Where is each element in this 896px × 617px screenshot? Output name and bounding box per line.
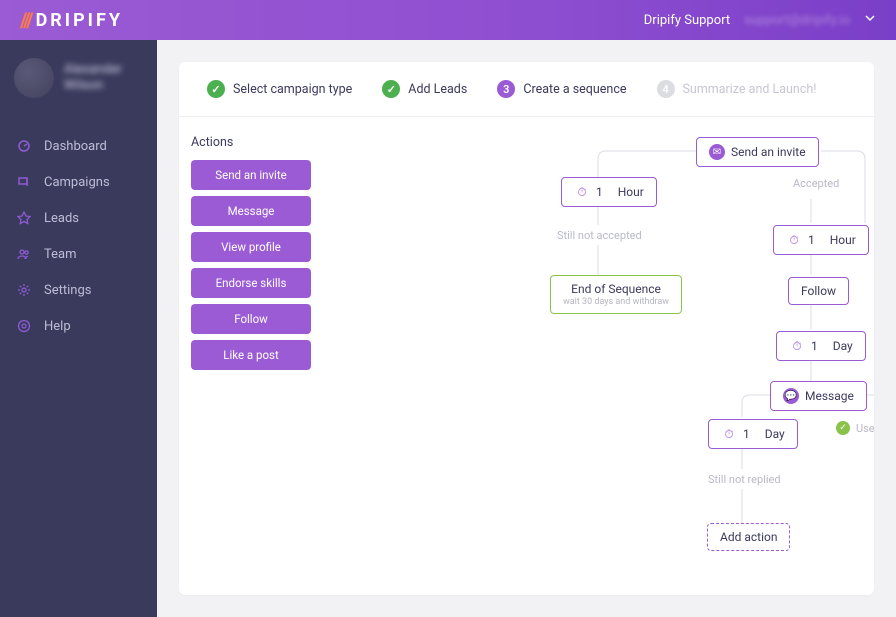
leads-icon bbox=[16, 210, 32, 226]
support-link[interactable]: Dripify Support bbox=[644, 13, 730, 28]
node-value: 1 bbox=[811, 339, 818, 353]
action-chip-invite[interactable]: Send an invite bbox=[191, 160, 311, 190]
logo: /// DRIPIFY bbox=[20, 8, 123, 32]
profile[interactable]: Alexander Wilson bbox=[0, 40, 157, 118]
stepper: Select campaign type Add Leads 3 Create … bbox=[179, 62, 874, 117]
step-label: Summarize and Launch! bbox=[683, 82, 817, 97]
action-chip-message[interactable]: Message bbox=[191, 196, 311, 226]
topbar: /// DRIPIFY Dripify Support support@drip… bbox=[0, 0, 896, 40]
step-number: 3 bbox=[497, 80, 515, 98]
node-label: End of Sequence bbox=[571, 282, 661, 296]
node-wait-1[interactable]: ⏱ 1 Hour bbox=[561, 177, 657, 207]
actions-title: Actions bbox=[191, 135, 311, 150]
workspace: Actions Send an invite Message View prof… bbox=[179, 117, 874, 595]
chat-icon: 💬 bbox=[783, 388, 799, 404]
step-label: Select campaign type bbox=[233, 82, 352, 97]
step-label: Create a sequence bbox=[523, 82, 626, 97]
logo-text: DRIPIFY bbox=[36, 10, 123, 31]
node-send-invite[interactable]: ✉ Send an invite bbox=[696, 137, 819, 167]
sidebar-item-label: Settings bbox=[44, 283, 91, 298]
sidebar-item-label: Dashboard bbox=[44, 139, 107, 154]
node-unit: Day bbox=[765, 427, 785, 441]
chevron-down-icon[interactable] bbox=[864, 12, 876, 28]
action-chip-like[interactable]: Like a post bbox=[191, 340, 311, 370]
sidebar-item-team[interactable]: Team bbox=[0, 236, 157, 272]
sidebar-item-leads[interactable]: Leads bbox=[0, 200, 157, 236]
card: Select campaign type Add Leads 3 Create … bbox=[179, 62, 874, 595]
topbar-right: Dripify Support support@dripify.io bbox=[644, 12, 876, 28]
sequence-flow[interactable]: ✉ Send an invite ⏱ 1 Hour Accepted Still… bbox=[311, 135, 862, 595]
node-wait-2[interactable]: ⏱ 1 Hour bbox=[773, 225, 869, 255]
main: Select campaign type Add Leads 3 Create … bbox=[157, 40, 896, 617]
node-label: Add action bbox=[720, 530, 777, 544]
node-unit: Hour bbox=[830, 233, 856, 247]
settings-icon bbox=[16, 282, 32, 298]
node-value: 1 bbox=[808, 233, 815, 247]
node-label: Send an invite bbox=[731, 145, 806, 159]
step-4[interactable]: 4 Summarize and Launch! bbox=[657, 80, 817, 98]
check-icon bbox=[207, 80, 225, 98]
action-chip-view-profile[interactable]: View profile bbox=[191, 232, 311, 262]
node-value: 1 bbox=[596, 185, 603, 199]
check-icon: ✓ bbox=[836, 421, 850, 435]
logo-mark-icon: /// bbox=[20, 8, 32, 32]
avatar bbox=[14, 58, 54, 98]
action-chip-endorse[interactable]: Endorse skills bbox=[191, 268, 311, 298]
sidebar: Alexander Wilson Dashboard Campaigns Lea… bbox=[0, 40, 157, 617]
sidebar-item-campaigns[interactable]: Campaigns bbox=[0, 164, 157, 200]
clock-icon: ⏱ bbox=[786, 232, 802, 248]
profile-name: Alexander Wilson bbox=[64, 62, 122, 93]
node-wait-3[interactable]: ⏱ 1 Day bbox=[776, 331, 866, 361]
node-subtext: wait 30 days and withdraw bbox=[563, 297, 669, 307]
team-icon bbox=[16, 246, 32, 262]
node-message[interactable]: 💬 Message bbox=[770, 381, 867, 411]
check-icon bbox=[382, 80, 400, 98]
sidebar-item-settings[interactable]: Settings bbox=[0, 272, 157, 308]
clock-icon: ⏱ bbox=[721, 426, 737, 442]
node-unit: Hour bbox=[618, 185, 644, 199]
node-label: Message bbox=[805, 389, 854, 403]
sidebar-item-label: Leads bbox=[44, 211, 79, 226]
node-follow[interactable]: Follow bbox=[788, 277, 849, 305]
sidebar-item-help[interactable]: Help bbox=[0, 308, 157, 344]
node-value: 1 bbox=[743, 427, 750, 441]
label-not-accepted: Still not accepted bbox=[557, 229, 642, 242]
node-unit: Day bbox=[833, 339, 853, 353]
sidebar-item-label: Help bbox=[44, 319, 71, 334]
help-icon bbox=[16, 318, 32, 334]
node-wait-4[interactable]: ⏱ 1 Day bbox=[708, 419, 798, 449]
chat-icon: ✉ bbox=[709, 144, 725, 160]
step-1[interactable]: Select campaign type bbox=[207, 80, 352, 98]
step-2[interactable]: Add Leads bbox=[382, 80, 467, 98]
node-add-action[interactable]: Add action bbox=[707, 523, 790, 551]
nav: Dashboard Campaigns Leads Team Settings … bbox=[0, 118, 157, 354]
step-3[interactable]: 3 Create a sequence bbox=[497, 80, 626, 98]
sidebar-item-label: Team bbox=[44, 247, 77, 262]
clock-icon: ⏱ bbox=[574, 184, 590, 200]
label-user-replied: ✓ User Replied bbox=[836, 421, 874, 435]
sidebar-item-dashboard[interactable]: Dashboard bbox=[0, 128, 157, 164]
node-end-sequence[interactable]: End of Sequence wait 30 days and withdra… bbox=[550, 275, 682, 314]
clock-icon: ⏱ bbox=[789, 338, 805, 354]
action-chip-follow[interactable]: Follow bbox=[191, 304, 311, 334]
sidebar-item-label: Campaigns bbox=[44, 175, 110, 190]
label-accepted: Accepted bbox=[793, 177, 839, 190]
actions-panel: Actions Send an invite Message View prof… bbox=[191, 135, 311, 595]
step-number: 4 bbox=[657, 80, 675, 98]
node-label: Follow bbox=[801, 284, 836, 298]
support-email: support@dripify.io bbox=[744, 13, 850, 28]
dashboard-icon bbox=[16, 138, 32, 154]
step-label: Add Leads bbox=[408, 82, 467, 97]
campaigns-icon bbox=[16, 174, 32, 190]
label-not-replied: Still not replied bbox=[708, 473, 781, 486]
